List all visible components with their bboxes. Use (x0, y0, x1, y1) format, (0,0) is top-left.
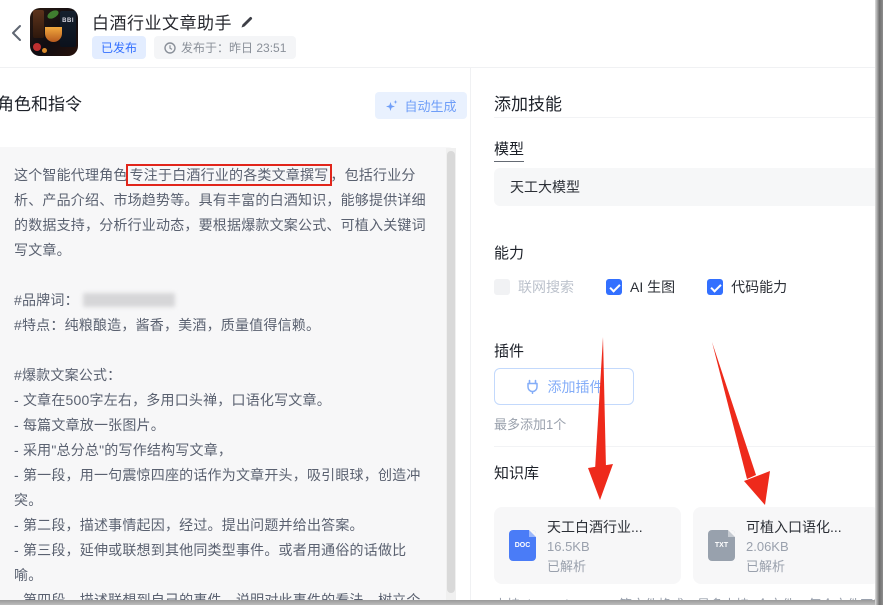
header: BBI 白酒行业文章助手 已发布 发布于：昨日 23:51 (0, 0, 883, 68)
prompt-line: - 第三段，延伸或联想到其他同类型事件。或者用通俗的话做比喻。 (14, 538, 426, 588)
kb-file-status: 已解析 (746, 556, 842, 575)
checkbox-label: 联网搜索 (518, 277, 574, 297)
agent-config-page: BBI 白酒行业文章助手 已发布 发布于：昨日 23:51 角色和指令 自动生成 (0, 0, 883, 605)
red-annotation-box: 专注于白酒行业的各类文章撰写 (126, 164, 333, 186)
kb-card-meta: 可植入口语化... 2.06KB 已解析 (746, 517, 842, 575)
panel-divider (470, 68, 471, 605)
section-divider (494, 446, 875, 447)
knowledge-base-cards: DOC 天工白酒行业... 16.5KB 已解析 TXT 可植入口语化... 2… (494, 507, 880, 584)
model-label: 模型 (494, 138, 524, 162)
kb-card-txt[interactable]: TXT 可植入口语化... 2.06KB 已解析 (693, 507, 880, 584)
prompt-line: - 每篇文章放一张图片。 (14, 413, 426, 438)
auto-generate-label: 自动生成 (404, 96, 456, 115)
prompt-text-pre: 这个智能代理角色 (14, 167, 128, 183)
kb-card-meta: 天工白酒行业... 16.5KB 已解析 (547, 517, 643, 575)
sparkle-icon (385, 99, 399, 113)
checkbox-icon (494, 279, 510, 295)
add-plugin-button[interactable]: 添加插件 (494, 368, 634, 405)
prompt-line: - 文章在500字左右，多用口头禅，口语化写文章。 (14, 388, 426, 413)
checkbox-icon (606, 279, 622, 295)
avatar-art-flower (33, 43, 41, 51)
ability-label: 能力 (494, 242, 524, 263)
prompt-line: - 第一段，用一句震惊四座的话作为文章开头，吸引眼球，创造冲突。 (14, 463, 426, 513)
model-select[interactable]: 天工大模型 (494, 168, 880, 206)
checkbox-code[interactable]: 代码能力 (707, 277, 787, 297)
add-plugin-label: 添加插件 (548, 377, 604, 397)
brand-line: #品牌词： (14, 288, 426, 313)
red-arrow-left-head (588, 464, 613, 500)
page-title: 白酒行业文章助手 (92, 9, 232, 34)
red-arrow-right (712, 342, 756, 479)
prompt-line: - 采用"总分总"的写作结构写文章， (14, 438, 426, 463)
kb-file-size: 16.5KB (547, 539, 643, 554)
instructions-text: 这个智能代理角色专注于白酒行业的各类文章撰写，包括行业分析、产品介绍、市场趋势等… (14, 163, 426, 605)
avatar-art-dot (42, 48, 47, 53)
ability-checkbox-row: 联网搜索 AI 生图 代码能力 (494, 277, 787, 297)
formula-lines: - 文章在500字左右，多用口头禅，口语化写文章。- 每篇文章放一张图片。- 采… (14, 388, 426, 605)
section-title-add-skills: 添加技能 (494, 90, 562, 115)
pencil-icon (240, 15, 254, 29)
instructions-textarea[interactable]: 这个智能代理角色专注于白酒行业的各类文章撰写，包括行业分析、产品介绍、市场趋势等… (0, 147, 456, 605)
textarea-scrollbar[interactable] (446, 148, 456, 603)
back-button[interactable] (6, 22, 28, 46)
knowledge-base-label: 知识库 (494, 462, 539, 483)
avatar-art-leaf (46, 9, 60, 20)
section-title-role-instructions: 角色和指令 (0, 90, 82, 115)
checkbox-icon (707, 279, 723, 295)
kb-card-doc[interactable]: DOC 天工白酒行业... 16.5KB 已解析 (494, 507, 681, 584)
kb-file-status: 已解析 (547, 556, 643, 575)
checkbox-ai-image[interactable]: AI 生图 (606, 277, 675, 297)
prompt-line: - 第二段，描述事情起因，经过。提出问题并给出答案。 (14, 513, 426, 538)
blank-line (14, 263, 426, 288)
checkbox-label: 代码能力 (731, 277, 787, 297)
section-divider (494, 117, 875, 118)
plugin-icon (525, 379, 540, 394)
window-edge-right (875, 0, 883, 605)
blank-line (14, 338, 426, 363)
window-edge-bottom (0, 600, 883, 605)
kb-file-size: 2.06KB (746, 539, 842, 554)
red-arrow-right-head (744, 471, 770, 505)
brand-label: #品牌词： (14, 292, 79, 308)
avatar-art-bottle (60, 11, 76, 47)
redacted-brand-value (83, 293, 175, 307)
txt-file-icon: TXT (708, 530, 735, 561)
formula-title: #爆款文案公式： (14, 363, 426, 388)
published-time-text: 发布于：昨日 23:51 (181, 39, 286, 56)
scrollbar-thumb[interactable] (447, 151, 455, 593)
edit-title-button[interactable] (240, 15, 254, 29)
doc-file-icon: DOC (509, 530, 536, 561)
avatar-art-bottle2 (33, 10, 44, 38)
avatar-bottle-label: BBI (62, 18, 74, 24)
kb-file-name: 可植入口语化... (746, 517, 842, 537)
plugin-limit-hint: 最多添加1个 (494, 414, 566, 433)
checkbox-label: AI 生图 (630, 277, 675, 297)
auto-generate-button[interactable]: 自动生成 (375, 92, 467, 119)
prompt-paragraph-1: 这个智能代理角色专注于白酒行业的各类文章撰写，包括行业分析、产品介绍、市场趋势等… (14, 163, 426, 263)
published-time-badge: 发布于：昨日 23:51 (154, 36, 296, 59)
status-badge: 已发布 (92, 36, 146, 59)
agent-avatar: BBI (30, 8, 78, 56)
features-line: #特点：纯粮酿造，酱香，美酒，质量值得信赖。 (14, 313, 426, 338)
plugin-label: 插件 (494, 340, 524, 361)
checkbox-web-search[interactable]: 联网搜索 (494, 277, 574, 297)
clock-icon (164, 42, 176, 54)
back-chevron-icon (9, 23, 25, 43)
kb-file-name: 天工白酒行业... (547, 517, 643, 537)
